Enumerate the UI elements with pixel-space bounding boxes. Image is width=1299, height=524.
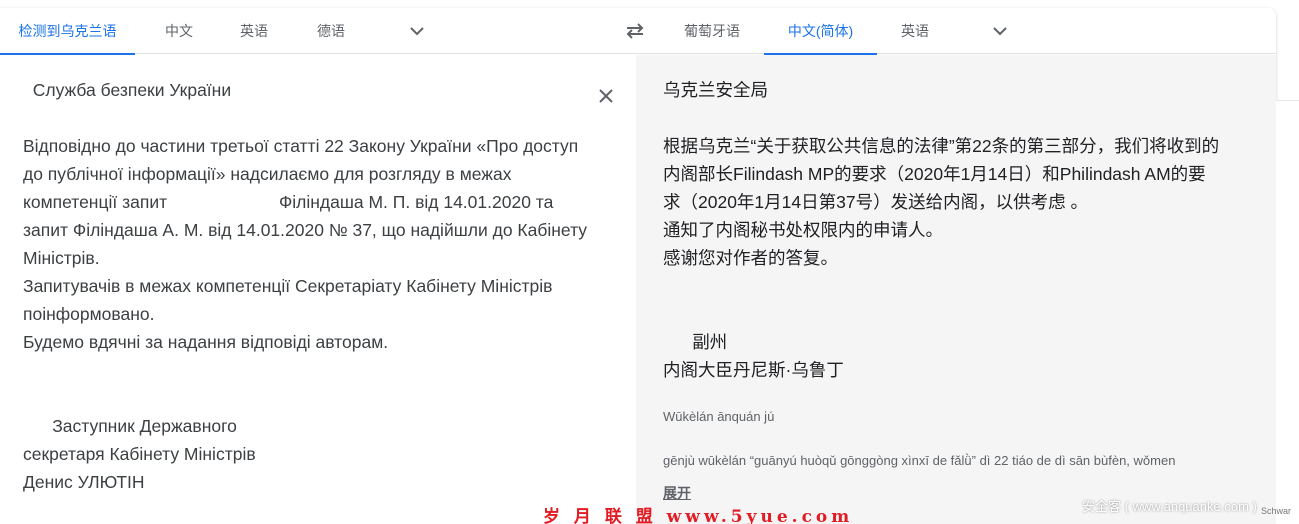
translation-text: 乌克兰安全局 根据乌克兰“关于获取公共信息的法律”第22条的第三部分，我们将收到… [663, 80, 1220, 380]
watermark: 安全客 ( www.anquanke.com ) [1082, 499, 1257, 514]
translate-card: 检测到乌克兰语 中文 英语 德语 葡萄牙语 中文(简体) 英语 Служба б… [0, 8, 1276, 524]
swap-arrows-icon[interactable] [624, 21, 646, 41]
chevron-down-icon[interactable] [407, 21, 427, 41]
tab-detected-language[interactable]: 检测到乌克兰语 [0, 8, 135, 55]
tab-target-portuguese[interactable]: 葡萄牙语 [670, 8, 754, 54]
source-pane[interactable]: Служба безпеки України Відповідно до час… [0, 55, 636, 524]
watermark: Schwar [1261, 506, 1292, 516]
chevron-down-icon[interactable] [990, 21, 1010, 41]
language-bar: 检测到乌克兰语 中文 英语 德语 葡萄牙语 中文(简体) 英语 [0, 8, 1276, 55]
transliteration-line: gēnjù wūkèlán “guānyú huòqǔ gōnggòng xìn… [663, 453, 1176, 468]
tab-source-english[interactable]: 英语 [226, 8, 282, 54]
watermark: 岁 月 联 盟 www.5yue.com [543, 507, 854, 524]
close-icon[interactable] [596, 86, 616, 106]
translation-pane: 乌克兰安全局 根据乌克兰“关于获取公共信息的法律”第22条的第三部分，我们将收到… [636, 55, 1276, 524]
tab-source-german[interactable]: 德语 [303, 8, 359, 54]
page-background [1276, 100, 1299, 524]
expand-link[interactable]: 展开 [663, 483, 691, 503]
transliteration-line: Wūkèlán ānquán jú [663, 409, 775, 424]
tab-source-chinese[interactable]: 中文 [151, 8, 207, 54]
tab-target-english[interactable]: 英语 [887, 8, 943, 54]
tab-target-chinese-simplified[interactable]: 中文(简体) [764, 8, 877, 55]
source-textarea[interactable]: Служба безпеки України Відповідно до час… [23, 76, 593, 496]
